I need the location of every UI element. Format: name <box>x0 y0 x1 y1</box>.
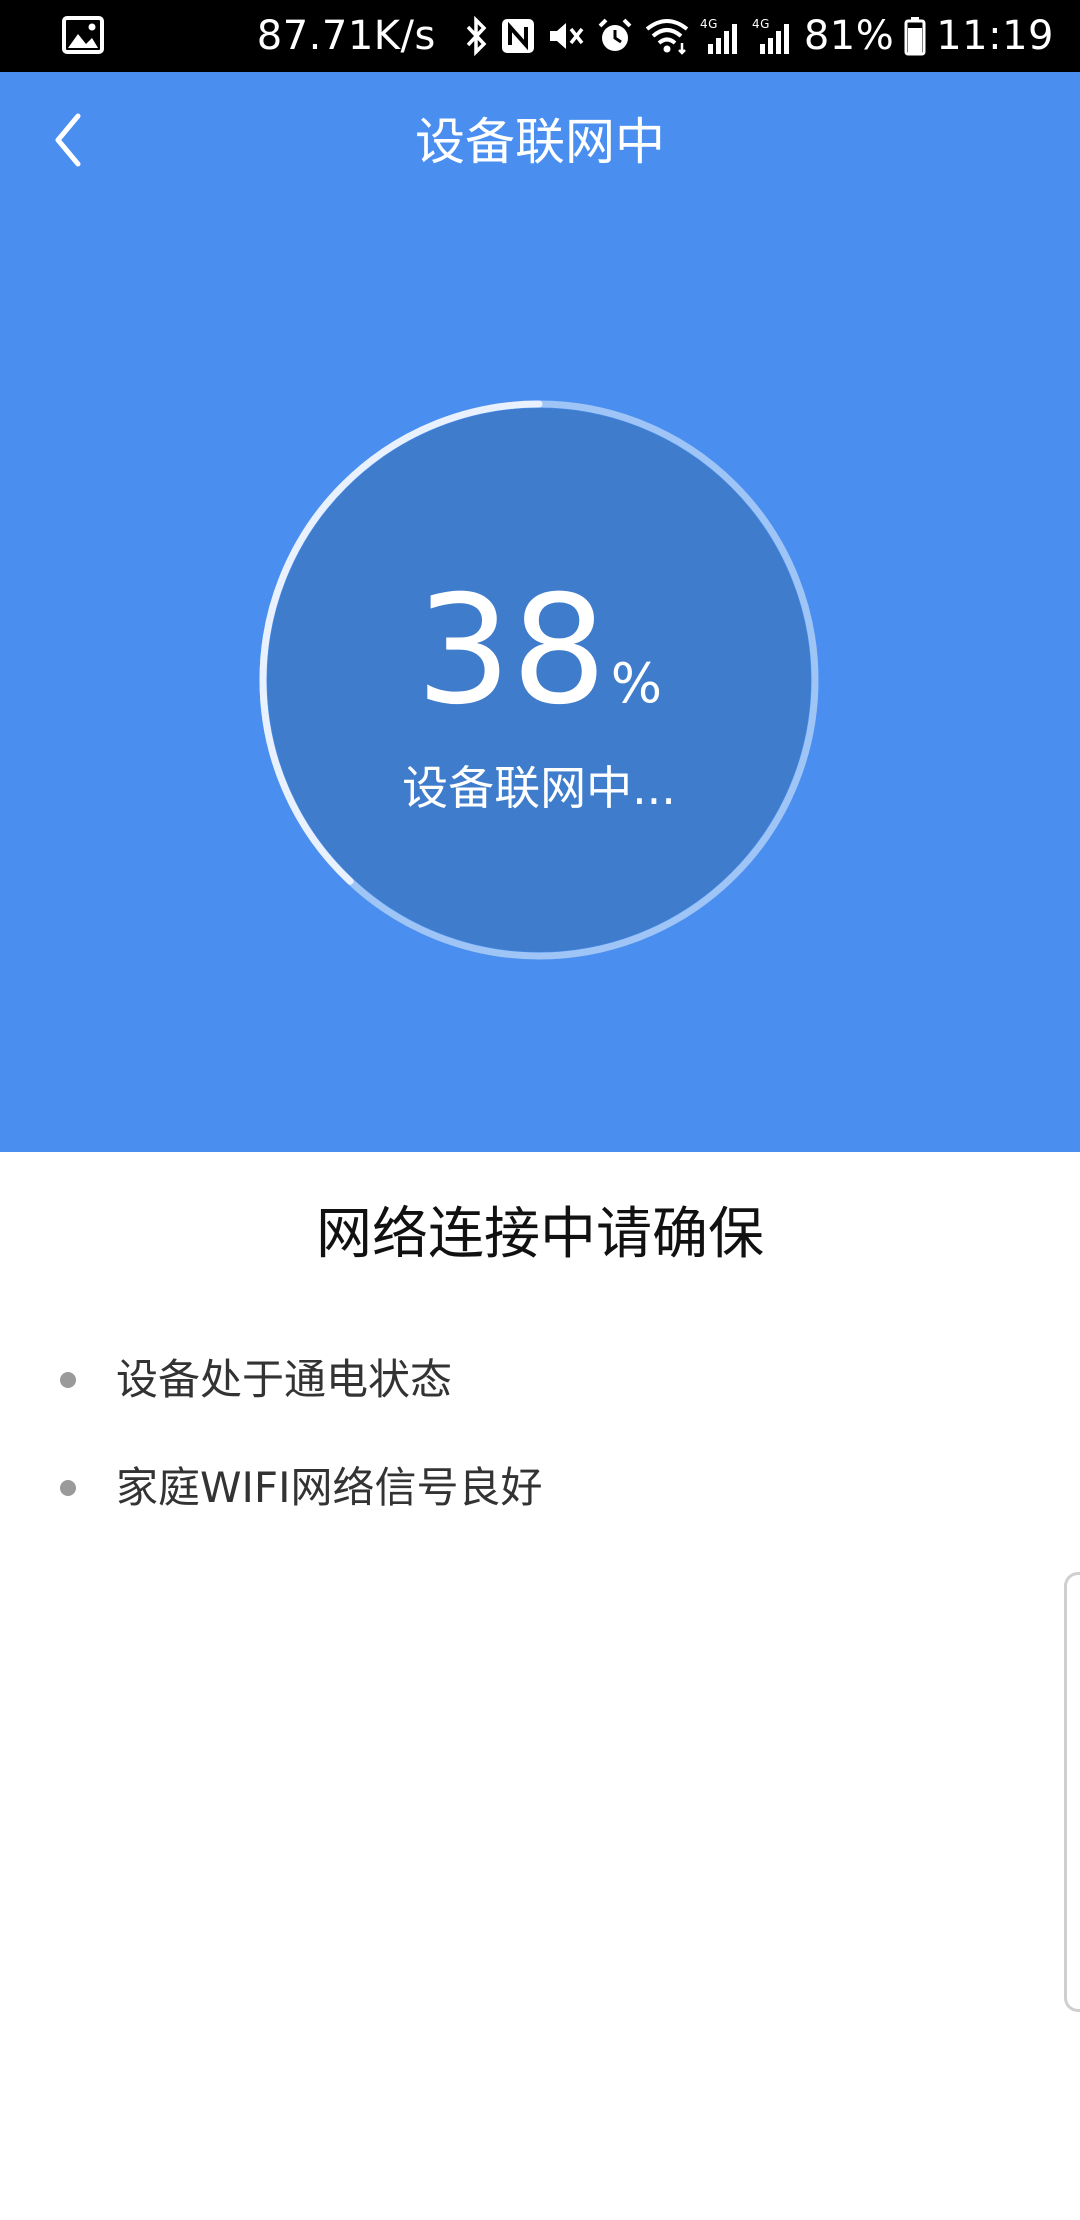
tips-list: 设备处于通电状态 家庭WIFI网络信号良好 <box>60 1350 542 1566</box>
network-speed: 87.71K/s <box>256 13 436 59</box>
mute-icon <box>546 17 586 55</box>
list-item: 家庭WIFI网络信号良好 <box>60 1458 542 1566</box>
signal-icon-2: 4G <box>752 16 794 56</box>
tip-text: 家庭WIFI网络信号良好 <box>116 1463 543 1512</box>
progress-label: 设备联网中... <box>402 761 676 815</box>
tips-title: 网络连接中请确保 <box>316 1202 764 1267</box>
progress-header: 38% 设备联网中... <box>0 72 1080 1152</box>
progress-percent: 38% <box>257 576 821 726</box>
svg-text:4G: 4G <box>700 17 718 31</box>
signal-icon: 4G <box>700 16 742 56</box>
bullet-icon <box>60 1480 76 1496</box>
percent-sign: % <box>610 652 663 715</box>
page-title: 设备联网中 <box>415 113 665 171</box>
edge-panel-handle[interactable] <box>1064 1572 1080 2012</box>
clock: 11:19 <box>936 13 1054 59</box>
battery-percent: 81% <box>803 13 895 59</box>
navbar: 设备联网中 <box>0 72 1080 210</box>
status-bar: 87.71K/s 4G 4G 81% 11:19 <box>0 0 1080 72</box>
progress-value: 38 <box>415 564 607 738</box>
svg-text:4G: 4G <box>752 17 770 31</box>
tip-text: 设备处于通电状态 <box>116 1355 453 1404</box>
list-item: 设备处于通电状态 <box>60 1350 542 1458</box>
bullet-icon <box>60 1372 76 1388</box>
bluetooth-icon <box>464 16 490 56</box>
image-icon <box>62 16 104 54</box>
nfc-icon <box>500 17 536 55</box>
alarm-icon <box>596 17 634 55</box>
status-bar-right: 87.71K/s 4G 4G 81% 11:19 <box>257 0 1054 72</box>
progress-ring: 38% 设备联网中... <box>257 398 821 962</box>
battery-icon <box>904 16 926 56</box>
wifi-icon <box>644 17 690 55</box>
